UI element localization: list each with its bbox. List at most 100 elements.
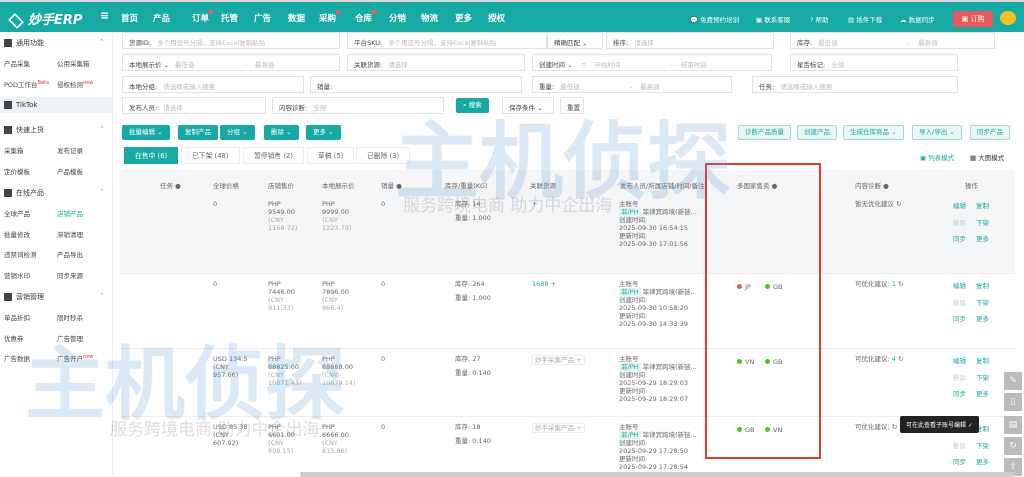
sidebar-group-0[interactable]: 通用功能 ⌃ [4,38,105,48]
sales-range[interactable]: 销量: [310,76,522,93]
platform-sku-input[interactable]: 平台SKU: 多个用逗号分隔，支持Excel复制粘贴 [347,32,547,49]
sidebar-item[interactable]: 同步来源 [57,270,83,280]
sidebar-item[interactable]: 产品采集 [4,58,30,68]
sidebar-group-1[interactable]: TikTok [0,97,112,113]
action-link[interactable]: 同步 [953,458,966,466]
qr-float-icon[interactable]: ▤ [1004,416,1022,434]
order-button[interactable]: ▣ 订购 [953,11,993,27]
action-link[interactable]: 删除 [953,299,966,307]
toolbar-right-button[interactable]: 生成仓库商品 ⌄ [843,125,904,140]
action-link[interactable]: 复制 [976,202,989,210]
list-view-toggle[interactable]: ▣ 列表模式 [920,152,954,162]
sidebar-group-4[interactable]: 营销管理 ⌃ [4,292,105,302]
sidebar-item[interactable]: 违禁词检测 [4,249,37,259]
action-link[interactable]: 删除 [953,219,966,227]
linked-source[interactable]: 妙手采集产品 + [532,423,585,433]
phone-float-icon[interactable]: ▯ [1004,393,1022,411]
sidebar-item[interactable]: 发布记录 [57,145,83,155]
action-link[interactable]: 编辑 [953,282,966,290]
nav-item[interactable]: 广告 [254,12,271,24]
local-price-range[interactable]: 本地展示价 ⌄ 最低值 - 最高值 [122,54,340,71]
toolbar-button[interactable]: 更多 ⌄ [306,125,341,140]
sidebar-item[interactable]: 限时秒杀 [57,312,83,322]
reset-button[interactable]: 重置 [560,97,584,114]
action-link[interactable]: 更多 [976,235,989,243]
linked-source[interactable]: + [532,200,537,208]
header-link-plugin[interactable]: ▤ 插件下载 [848,14,882,24]
toolbar-right-button[interactable]: 导入/导出 ⌄ [912,125,962,140]
sidebar-item[interactable]: 产品导出 [57,249,83,259]
action-link[interactable]: 更多 [976,458,989,466]
publisher-select[interactable]: 发布人员: 请选择 [122,97,266,114]
content-diagnosis[interactable]: 暂无优化建议 ↻ [855,200,902,208]
header-link-help[interactable]: ? 帮助 [810,14,829,24]
toolbar-right-button[interactable]: 创建产品 [797,125,837,140]
sidebar-item[interactable]: 滞销清理 [57,229,83,239]
search-button[interactable]: ⌕ 搜索 [456,98,489,113]
weight-range[interactable]: 重量: 最低值 - 最高值 [532,76,732,93]
tab[interactable]: 暂停销售 (2) [243,147,304,164]
tab[interactable]: 已删除 (3) [356,147,411,164]
action-link[interactable]: 下架 [976,219,989,227]
action-link[interactable]: 编辑 [953,202,966,210]
sidebar-item[interactable]: 公用采集箱 [57,58,90,68]
source-id-input[interactable]: 货源ID: 多个用逗号分隔，支持Excel复制粘贴 [122,32,340,49]
sidebar-item[interactable]: 广告数据 [4,353,30,363]
linked-source[interactable]: 1688 + [532,280,556,288]
local-group-select[interactable]: 本地分组: 请选择或输入搜索 [122,76,304,93]
starred-select[interactable]: 星舌标记: 全部 [790,54,958,71]
header-link-sync[interactable]: ☁ 数据同步 [900,14,935,24]
action-link[interactable]: 同步 [953,315,966,323]
nav-item[interactable]: 分销 [389,12,406,24]
header-link-support[interactable]: ▣ 联系客服 [756,14,790,24]
nav-item[interactable]: 采购 [319,10,341,24]
action-link[interactable]: 删除 [953,442,966,450]
action-link[interactable]: 删除 [953,374,966,382]
horizontal-scrollbar[interactable] [300,472,1015,477]
sidebar-item[interactable]: 广告开户new [57,353,93,363]
linked-source-select[interactable]: 关联货源: 请选择 [347,54,525,71]
action-link[interactable]: 同步 [953,235,966,243]
toolbar-button[interactable]: 删除 ⌄ [264,125,299,140]
toolbar-right-button[interactable]: 同步产品 [970,125,1010,140]
action-link[interactable]: 复制 [976,357,989,365]
logo[interactable]: 妙手ERP [8,9,82,29]
action-link[interactable]: 编辑 [953,357,966,365]
sidebar-item[interactable]: 店铺产品 [57,208,83,218]
task-select[interactable]: 任务: 请选择或输入搜索 [752,76,958,93]
sidebar-item[interactable]: POD工作台Beta [4,79,49,88]
content-diagnosis[interactable]: 可优化建议: 4 ↻ [855,355,903,363]
menu-icon[interactable]: ≡ [100,9,109,22]
edit-float-icon[interactable]: ✎ [1004,372,1022,390]
action-link[interactable]: 复制 [976,282,989,290]
sidebar-item[interactable]: 全球产品 [4,208,30,218]
toolbar-right-button[interactable]: 诊断产品质量 [738,125,791,140]
nav-item[interactable]: 数据 [288,12,305,24]
action-link[interactable]: 更多 [976,390,989,398]
nav-item[interactable]: 订单 [192,10,214,24]
tab[interactable]: 在售中 (6) [124,147,179,164]
action-link[interactable]: 更多 [976,315,989,323]
sidebar-item[interactable]: 批量修改 [4,229,30,239]
action-link[interactable]: 下架 [976,374,989,382]
sidebar-item[interactable]: 产品模板 [57,166,83,176]
sidebar-group-3[interactable]: 在线产品 ⌃ [4,188,105,198]
avatar[interactable] [1000,11,1016,25]
save-condition-select[interactable]: 保存条件 ⌄ [502,97,554,114]
sidebar-item[interactable]: 侵权检测new [57,79,93,88]
toolbar-button[interactable]: 分组 ⌄ [220,125,255,140]
nav-item[interactable]: 托管 [221,12,238,24]
sidebar-item[interactable]: 采集箱 [4,145,24,155]
header-link-training[interactable]: 💬 免费预约培训 [690,14,739,24]
nav-item[interactable]: 首页 [121,12,138,24]
tab[interactable]: 已下架 (48) [181,147,240,164]
created-time-range[interactable]: 创建时间 ⌄ ◷ 开始时间 - 结束时间 [532,54,772,71]
sidebar-item[interactable]: 单品折扣 [4,312,30,322]
content-diagnosis[interactable]: 可优化建议: ↻ [855,423,897,431]
sidebar-item[interactable]: 优惠券 [4,333,24,343]
content-diag-select[interactable]: 内容诊断: 全部 [272,97,444,114]
toolbar-button[interactable]: 复制产品 [178,125,218,140]
nav-item[interactable]: 产品 [153,12,170,24]
action-link[interactable]: 下架 [976,299,989,307]
nav-item[interactable]: 授权 [488,12,505,24]
